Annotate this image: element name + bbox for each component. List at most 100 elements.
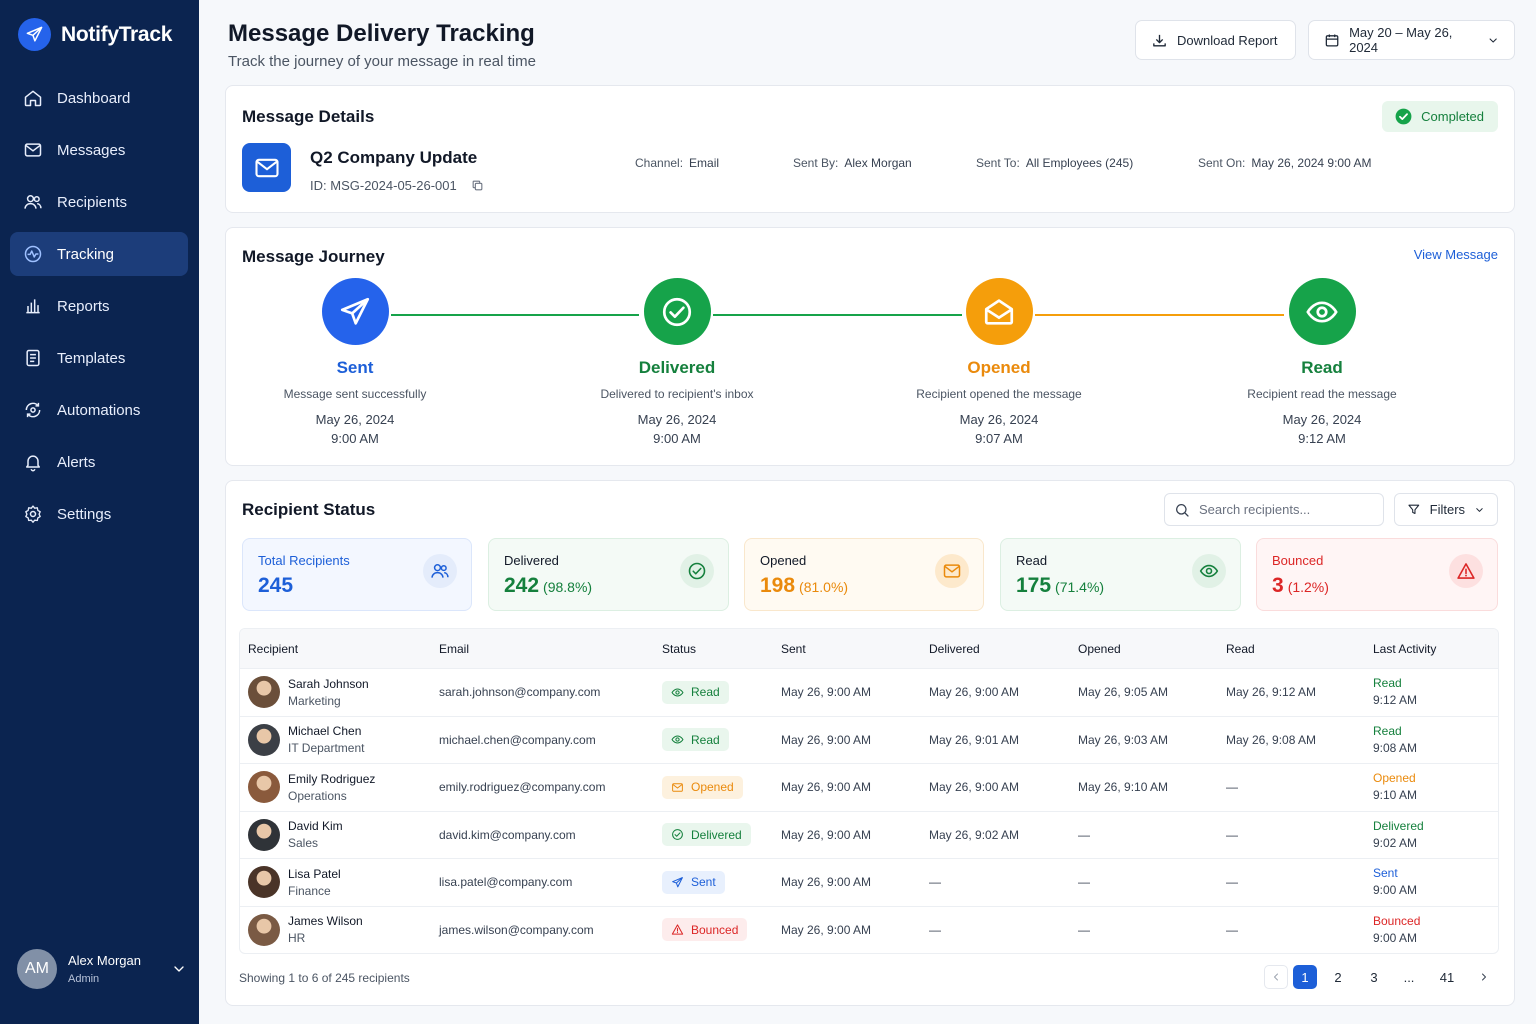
brand-logo-icon [18,18,51,51]
meta-sent-on: Sent On: May 26, 2024 9:00 AM [1198,156,1372,170]
brand[interactable]: NotifyTrack [18,18,172,51]
recipient-department: Finance [288,883,331,898]
last-activity-status: Read [1373,723,1402,738]
sidebar-item-tracking[interactable]: Tracking [10,232,188,276]
step-description: Delivered to recipient's inbox [600,387,754,401]
column-header[interactable]: Read [1226,642,1255,656]
recipient-cell: Sarah Johnson Marketing [248,669,369,716]
stat-value: 245 [258,574,293,598]
message-name: Q2 Company Update [310,148,478,167]
message-details-card: Message Details Completed Q2 Company Upd… [225,85,1515,213]
pagination-page[interactable]: 1 [1293,965,1317,989]
sidebar-item-reports[interactable]: Reports [10,284,188,328]
sidebar-item-label: Messages [57,141,126,159]
column-header[interactable]: Delivered [929,642,980,656]
recipient-name: Lisa Patel [288,866,341,881]
column-header[interactable]: Opened [1078,642,1121,656]
recipient-department: Marketing [288,693,341,708]
last-activity-time: 9:00 AM [1373,930,1418,945]
pagination-page[interactable]: 2 [1326,965,1350,989]
column-header[interactable]: Email [439,642,469,656]
last-activity-status: Opened [1373,771,1416,786]
sidebar-item-recipients[interactable]: Recipients [10,180,188,224]
sidebar-item-dashboard[interactable]: Dashboard [10,76,188,120]
copy-icon[interactable] [471,179,484,192]
sent-time: May 26, 9:00 AM [781,685,872,700]
date-range-label: May 20 – May 26, 2024 [1349,25,1453,55]
stat-value: 198 (81.0%) [760,574,848,598]
step-description: Recipient opened the message [916,387,1082,401]
automation-icon [23,400,43,420]
last-activity-time: 9:12 AM [1373,693,1418,708]
filters-button[interactable]: Filters [1394,493,1498,526]
column-header[interactable]: Recipient [248,642,298,656]
pagination-prev[interactable] [1264,965,1288,989]
chevron-down-icon [1487,34,1499,47]
column-header[interactable]: Sent [781,642,806,656]
table-row[interactable]: James Wilson HR james.wilson@company.com Bo… [240,905,1498,954]
sidebar-item-messages[interactable]: Messages [10,128,188,172]
opened-time: — [1078,875,1090,890]
pagination-page[interactable]: 41 [1435,965,1459,989]
chevron-down-icon[interactable] [171,961,187,977]
stat-percent: (98.8%) [543,579,593,595]
delivered-time: May 26, 9:00 AM [929,780,1020,795]
step-time: 9:07 AM [975,431,1023,446]
last-activity: Delivered 9:02 AM [1373,812,1424,859]
stat-count: 245 [258,574,294,597]
table-row[interactable]: Emily Rodriguez Operations emily.rodriguez… [240,763,1498,811]
status-badge: Opened [662,775,743,799]
sidebar-item-label: Dashboard [57,89,131,107]
warning-icon [1456,561,1476,581]
column-header[interactable]: Last Activity [1373,642,1436,656]
sidebar-item-alerts[interactable]: Alerts [10,440,188,484]
check-circle-icon [687,561,707,581]
read-time: — [1226,780,1238,795]
sidebar-item-settings[interactable]: Settings [10,492,188,536]
mail-icon [942,561,962,581]
table-row[interactable]: Sarah Johnson Marketing sarah.johnson@comp… [240,668,1498,716]
pagination-ellipsis: ... [1403,969,1415,985]
last-activity-time: 9:00 AM [1373,883,1418,898]
message-mail-icon [242,143,291,192]
sidebar-item-templates[interactable]: Templates [10,336,188,380]
recipient-department: Operations [288,788,347,803]
last-activity: Read 9:08 AM [1373,717,1417,764]
sent-time: May 26, 9:00 AM [781,780,872,795]
pagination-next[interactable] [1472,965,1496,989]
warning-icon [1449,554,1483,588]
status-badge: Delivered [662,823,751,847]
view-message-link[interactable]: View Message [1414,247,1498,262]
step-time: 9:00 AM [331,431,379,446]
table-row[interactable]: Lisa Patel Finance lisa.patel@company.com S… [240,858,1498,906]
delivered-time: — [929,922,941,937]
column-header[interactable]: Status [662,642,696,656]
step-date: May 26, 2024 [1282,412,1362,427]
table-row[interactable]: David Kim Sales david.kim@company.com Deliv… [240,810,1498,859]
user-menu[interactable]: AM Alex Morgan Admin [17,949,187,989]
sent-time: May 26, 9:00 AM [781,875,872,890]
page-subtitle: Track the journey of your message in rea… [228,53,536,70]
table-row[interactable]: Michael Chen IT Department michael.chen@co… [240,715,1498,764]
stat-label: Bounced [1272,553,1324,568]
user-role: Admin [68,973,100,985]
sent-time: May 26, 9:00 AM [781,827,872,842]
search-input[interactable]: Search recipients... [1164,493,1384,526]
pagination-page[interactable]: 3 [1362,965,1386,989]
activity-icon [23,244,43,264]
delivered-time: May 26, 9:01 AM [929,732,1020,747]
document-icon [23,348,43,368]
read-time: — [1226,875,1238,890]
status-cell: Read [662,669,729,716]
status-label: Opened [691,780,734,795]
recipient-email: lisa.patel@company.com [439,875,573,890]
stat-read: Read 175 (71.4%) [1000,538,1241,611]
status-label: Bounced [691,922,739,937]
last-activity-time: 9:08 AM [1373,740,1418,755]
last-activity-status: Delivered [1373,818,1424,833]
stat-value: 242 (98.8%) [504,574,592,598]
stat-count: 175 [1016,574,1052,597]
sidebar-item-automations[interactable]: Automations [10,388,188,432]
date-range-picker[interactable]: May 20 – May 26, 2024 [1308,20,1515,60]
download-report-button[interactable]: Download Report [1135,20,1296,60]
